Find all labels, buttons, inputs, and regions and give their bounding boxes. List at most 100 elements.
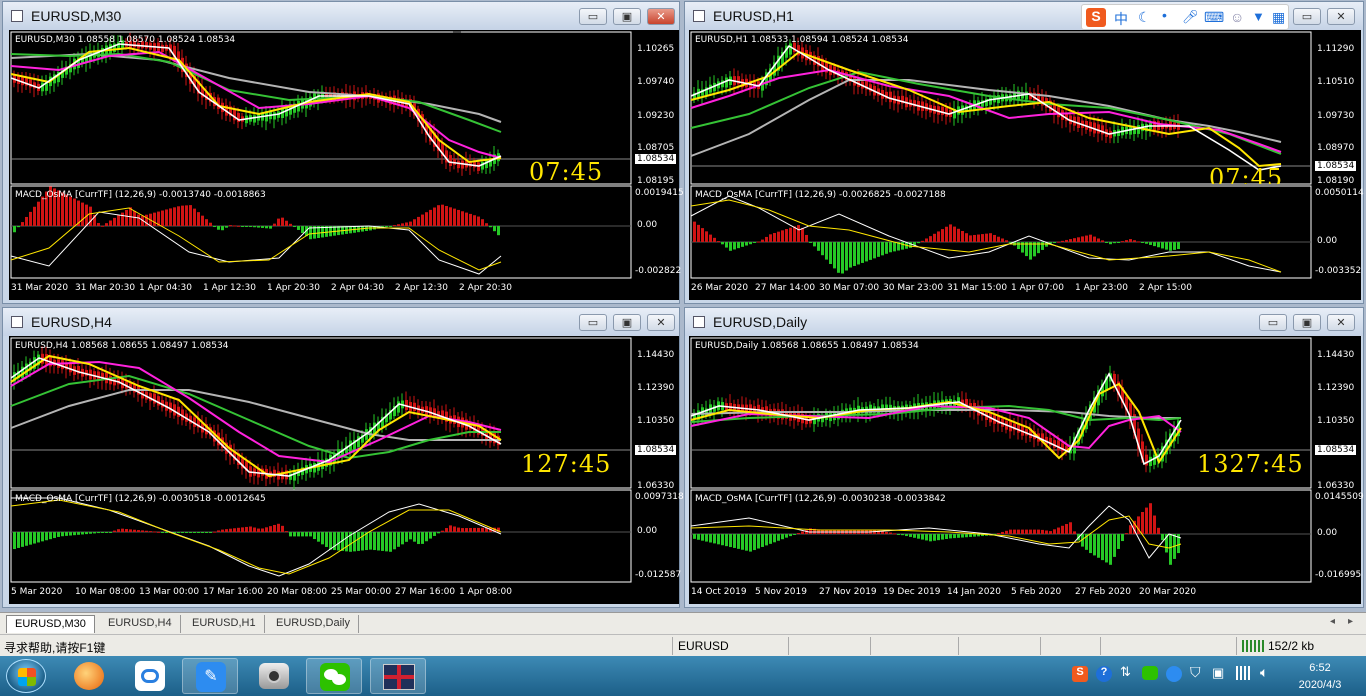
macd-histogram-bar: [189, 205, 192, 226]
macd-histogram-bar: [705, 534, 708, 542]
close-button[interactable]: ✕: [1327, 314, 1355, 331]
chart-window-daily[interactable]: EURUSD,Daily ▭ ▣ ✕ EURUSD,Daily 1.08568 …: [684, 307, 1364, 608]
taskbar-mt4[interactable]: [370, 658, 426, 694]
macd-histogram-bar: [473, 215, 476, 226]
macd-histogram-bar: [897, 534, 900, 535]
help-tray-icon[interactable]: ?: [1096, 666, 1112, 682]
tab-eurusd-daily[interactable]: EURUSD,Daily: [268, 615, 359, 633]
macd-histogram-bar: [409, 532, 412, 540]
status-divider: [870, 637, 871, 655]
macd-axis-label: 0.0050114: [1315, 188, 1364, 198]
macd-histogram-bar: [1129, 239, 1132, 242]
maximize-button[interactable]: ▣: [613, 314, 641, 331]
moon-icon[interactable]: ☾: [1138, 9, 1151, 26]
clock-date[interactable]: 2020/4/3: [1292, 679, 1348, 691]
window-title-bar[interactable]: EURUSD,H4 ▭ ▣ ✕: [3, 308, 679, 336]
security-shield-tray-icon[interactable]: ⛉: [1190, 664, 1201, 681]
close-button[interactable]: ✕: [647, 8, 675, 25]
taskbar-fox-app[interactable]: [62, 658, 118, 694]
chart-window-h1[interactable]: EURUSD,H1 S 中 ☾ • 🎤︎ ⌨ ☺ ▼ ▦ ▭ ✕ EURUSD,…: [684, 1, 1364, 304]
macd-histogram-bar: [345, 532, 348, 552]
chart-tabs-bar: EURUSD,M30 EURUSD,H4 EURUSD,H1 EURUSD,Da…: [0, 612, 1366, 634]
macd-histogram-bar: [1069, 522, 1072, 534]
grid-icon[interactable]: ▦: [1272, 9, 1285, 26]
window-title-bar[interactable]: EURUSD,Daily ▭ ▣ ✕: [685, 308, 1363, 336]
maximize-button[interactable]: ▣: [613, 8, 641, 25]
clock-time[interactable]: 6:52: [1292, 662, 1348, 674]
mic-icon[interactable]: 🎤︎: [1182, 9, 1199, 25]
tab-scroll-left-icon[interactable]: ◂: [1330, 616, 1335, 627]
maximize-button[interactable]: ▣: [1293, 314, 1321, 331]
tab-eurusd-h4[interactable]: EURUSD,H4: [100, 615, 181, 633]
start-button[interactable]: [6, 659, 46, 693]
close-button[interactable]: ✕: [647, 314, 675, 331]
macd-histogram-bar: [201, 532, 204, 533]
macd-histogram-bar: [473, 527, 476, 532]
macd-histogram-bar: [733, 242, 736, 250]
chart-canvas[interactable]: EURUSD,H1 1.08533 1.08594 1.08524 1.0853…: [689, 30, 1364, 300]
chart-canvas[interactable]: EURUSD,H4 1.08568 1.08655 1.08497 1.0853…: [9, 336, 684, 604]
window-title-bar[interactable]: EURUSD,H1 S 中 ☾ • 🎤︎ ⌨ ☺ ▼ ▦ ▭ ✕: [685, 2, 1363, 30]
macd-histogram-bar: [1005, 240, 1008, 242]
network-share-tray-icon[interactable]: ⇅: [1120, 664, 1131, 680]
window-title-bar[interactable]: EURUSD,M30 ▭ ▣ ✕: [3, 2, 679, 30]
macd-histogram-bar: [1153, 515, 1156, 534]
time-axis-label: 2 Apr 04:30: [331, 283, 384, 293]
macd-histogram-bar: [901, 534, 904, 536]
volume-icon[interactable]: 🔈︎: [1260, 664, 1268, 681]
minimize-button[interactable]: ▭: [1293, 8, 1321, 25]
macd-histogram-bar: [825, 242, 828, 260]
chart-window-icon: [11, 10, 23, 22]
macd-axis-label: 0.0019415: [635, 188, 684, 198]
macd-histogram-bar: [425, 212, 428, 226]
taskbar-camera-app[interactable]: [246, 658, 302, 694]
macd-histogram-bar: [849, 242, 852, 268]
time-axis-label: 27 Mar 16:00: [395, 587, 456, 597]
price-axis-label: 1.10510: [1317, 77, 1355, 87]
close-button[interactable]: ✕: [1327, 8, 1355, 25]
chart-window-m30[interactable]: EURUSD,M30 ▭ ▣ ✕ EURUSD,M30 1.08558 1.08…: [2, 1, 684, 304]
tab-scroll-right-icon[interactable]: ▸: [1348, 616, 1353, 627]
wechat-tray-icon[interactable]: [1142, 666, 1158, 680]
sogou-tray-icon[interactable]: S: [1072, 666, 1088, 682]
ime-toolbar[interactable]: S 中 ☾ • 🎤︎ ⌨ ☺ ▼ ▦: [1081, 4, 1289, 30]
keyboard-icon[interactable]: ⌨: [1204, 9, 1224, 26]
printer-tray-icon[interactable]: ▣: [1212, 665, 1224, 681]
macd-histogram-bar: [973, 534, 976, 537]
macd-histogram-bar: [21, 222, 24, 226]
macd-histogram: [13, 523, 500, 552]
tab-eurusd-h1[interactable]: EURUSD,H1: [184, 615, 265, 633]
user-icon[interactable]: ☺: [1230, 9, 1244, 25]
macd-histogram-bar: [789, 534, 792, 537]
taskbar-baidu-netdisk[interactable]: [122, 658, 178, 694]
macd-histogram-bar: [421, 532, 424, 544]
tab-eurusd-m30[interactable]: EURUSD,M30: [6, 615, 95, 633]
signal-tray-icon[interactable]: [1236, 666, 1252, 680]
taskbar-notes-app[interactable]: ✎: [182, 658, 238, 694]
macd-histogram-bar: [741, 242, 744, 247]
chart-canvas[interactable]: EURUSD,M30 1.08558 1.08570 1.08524 1.085…: [9, 30, 684, 300]
macd-histogram-bar: [805, 234, 808, 242]
chart-canvas[interactable]: EURUSD,Daily 1.08568 1.08655 1.08497 1.0…: [689, 336, 1364, 604]
windows-taskbar: ✎ S ? ⇅ ⛉ ▣ 🔈︎ 6:52 2020/4/3: [0, 656, 1366, 696]
macd-histogram-bar: [101, 225, 104, 227]
minimize-button[interactable]: ▭: [1259, 314, 1287, 331]
macd-histogram-bar: [1041, 529, 1044, 534]
minimize-button[interactable]: ▭: [579, 8, 607, 25]
feather-tray-icon[interactable]: [1166, 666, 1182, 682]
macd-histogram-bar: [465, 528, 468, 532]
chart-window-h4[interactable]: EURUSD,H4 ▭ ▣ ✕ EURUSD,H4 1.08568 1.0865…: [2, 307, 684, 608]
connection-bars-icon[interactable]: [1242, 640, 1264, 652]
status-divider: [1040, 637, 1041, 655]
macd-axis-label: -0.002822: [635, 266, 682, 276]
macd-histogram-bar: [165, 209, 168, 226]
fox-app-icon: [74, 662, 104, 690]
shirt-icon[interactable]: ▼: [1252, 9, 1265, 24]
macd-histogram-bar: [1053, 242, 1056, 243]
sogou-logo-icon[interactable]: S: [1086, 8, 1106, 27]
taskbar-wechat[interactable]: [306, 658, 362, 694]
minimize-button[interactable]: ▭: [579, 314, 607, 331]
bar-countdown-timer: 1327:45: [1197, 450, 1304, 478]
ime-language-toggle[interactable]: 中: [1114, 9, 1128, 29]
dot-icon[interactable]: •: [1162, 7, 1167, 23]
